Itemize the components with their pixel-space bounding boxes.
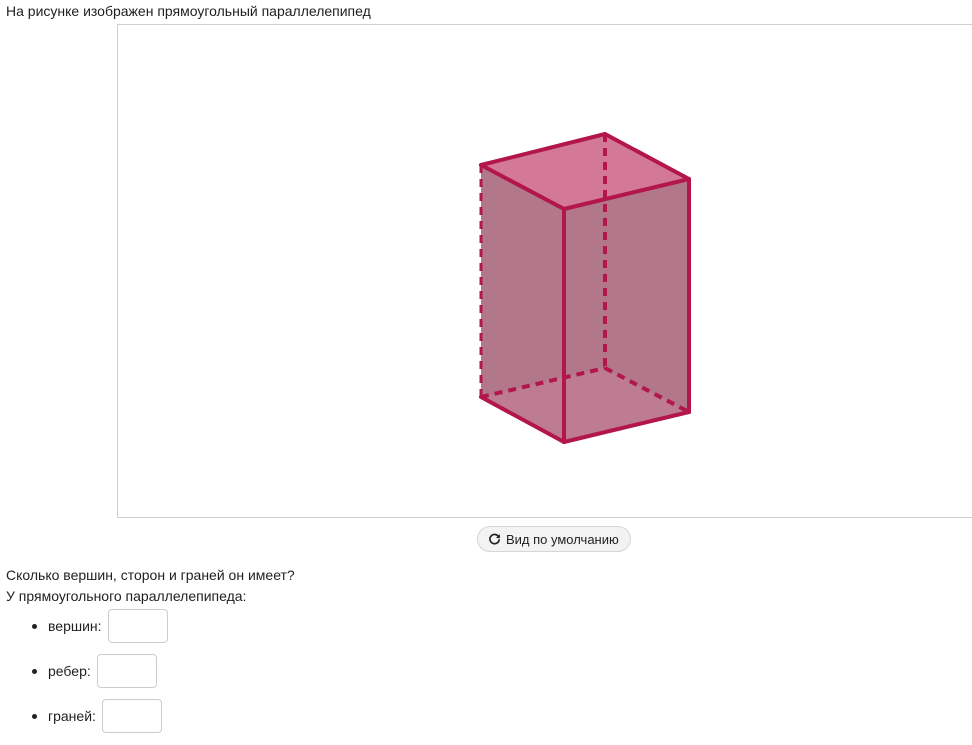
refresh-icon [488, 533, 501, 546]
bullet-icon [32, 668, 37, 674]
answer-item-vertices: вершин: [30, 608, 168, 644]
answer-label-faces: граней: [48, 708, 96, 724]
intro-text: На рисунке изображен прямоугольный парал… [6, 3, 371, 19]
reset-view-button[interactable]: Вид по умолчанию [477, 526, 631, 552]
question-block: Сколько вершин, сторон и граней он имеет… [6, 565, 295, 607]
answer-list: вершин: ребер: граней: [30, 608, 168, 743]
faces-input[interactable] [101, 699, 162, 733]
answer-item-faces: граней: [30, 698, 168, 734]
parallelepiped-figure[interactable] [118, 25, 972, 519]
bullet-icon [32, 623, 37, 629]
edges-input[interactable] [96, 654, 157, 688]
3d-viewer[interactable] [117, 24, 972, 518]
question-line-1: Сколько вершин, сторон и граней он имеет… [6, 567, 295, 583]
vertices-input[interactable] [107, 609, 168, 643]
answer-item-edges: ребер: [30, 653, 168, 689]
question-line-2: У прямоугольного параллелепипеда: [6, 588, 247, 604]
bullet-icon [32, 713, 37, 719]
answer-label-vertices: вершин: [48, 618, 102, 634]
reset-view-label: Вид по умолчанию [506, 531, 619, 547]
answer-label-edges: ребер: [48, 663, 91, 679]
